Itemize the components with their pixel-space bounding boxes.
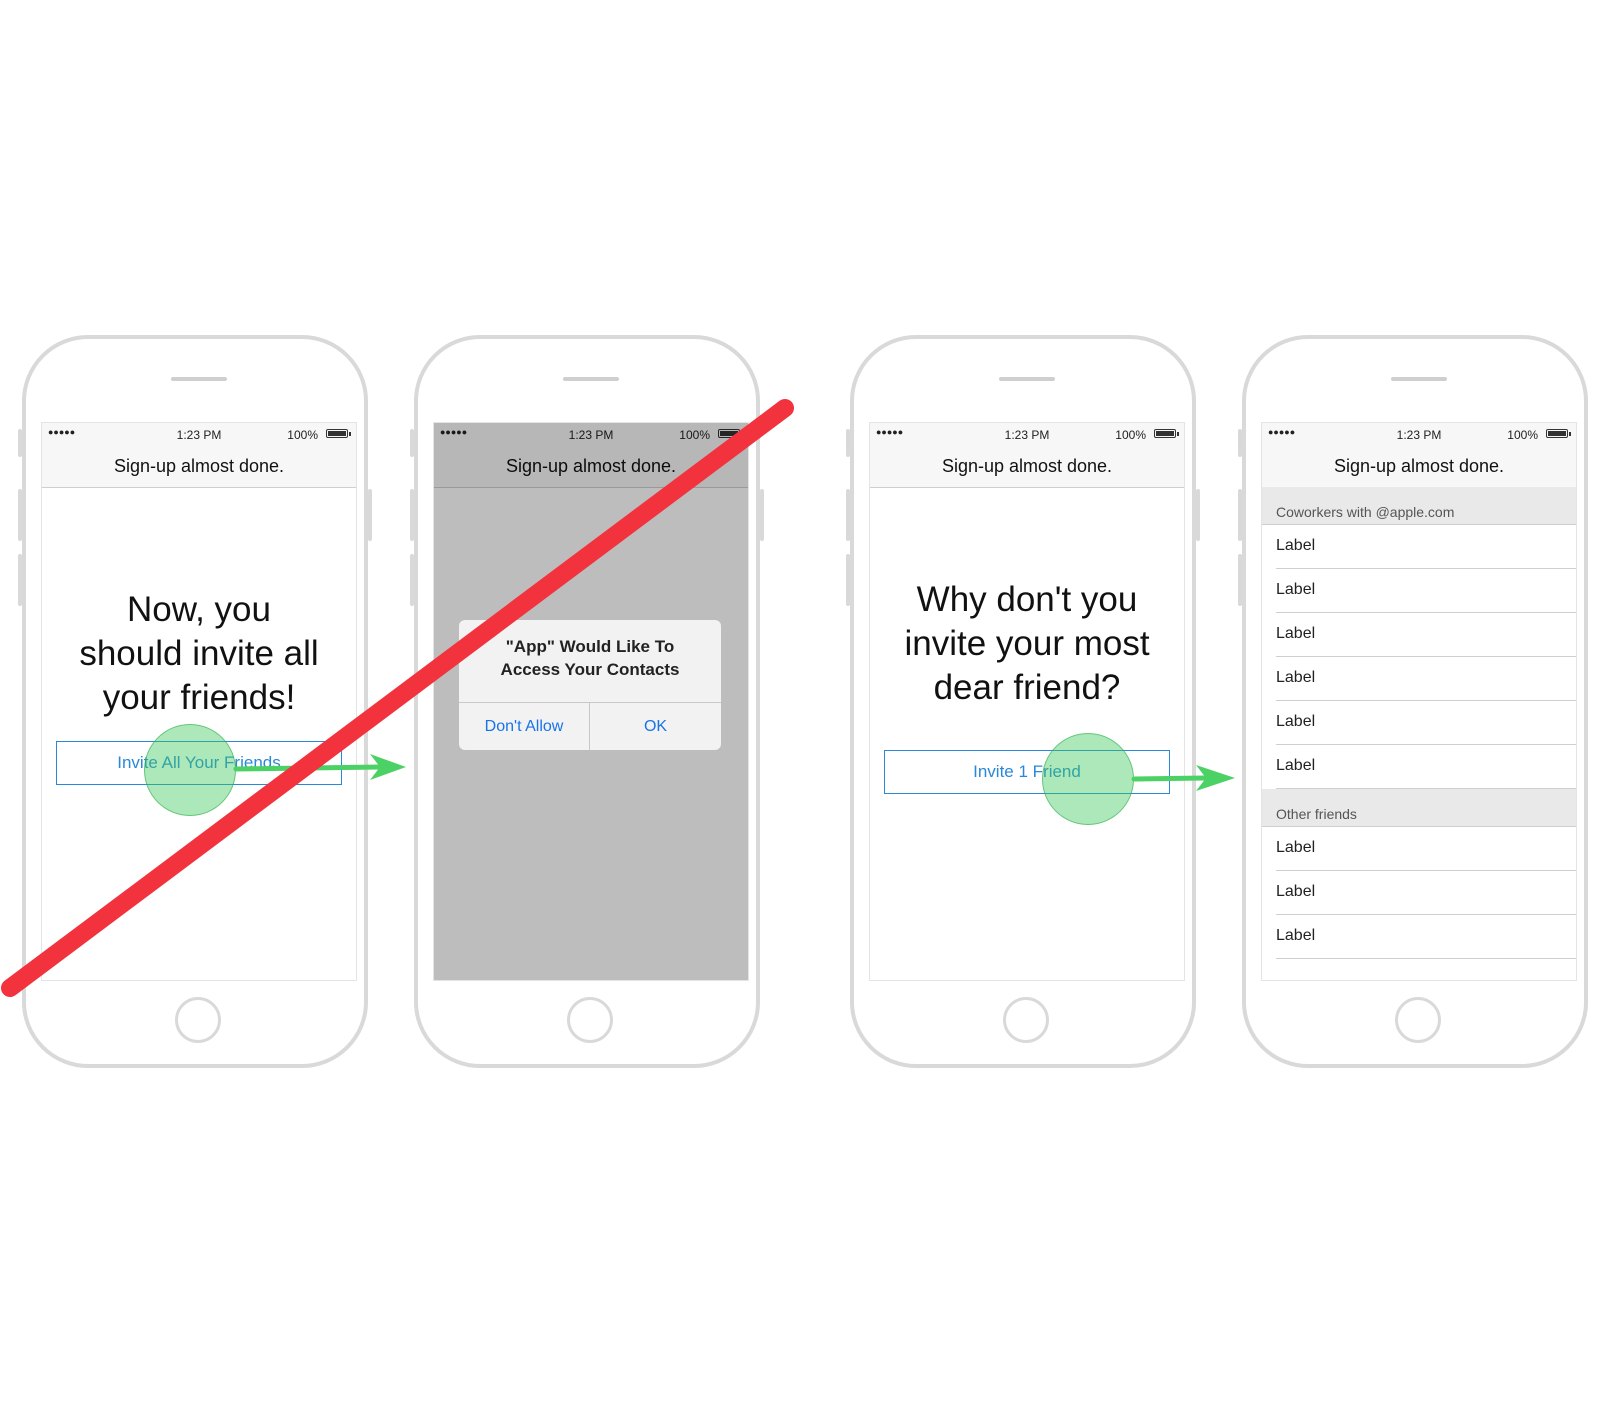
battery-percent: 100% <box>1115 428 1146 442</box>
contacts-permission-alert: "App" Would Like To Access Your Contacts… <box>459 620 721 750</box>
list-item[interactable]: Label <box>1262 525 1576 569</box>
list-item-label: Label <box>1276 537 1316 554</box>
speaker <box>171 377 227 381</box>
side-button <box>410 554 414 606</box>
speaker <box>1391 377 1447 381</box>
headline-line: Why don't you <box>916 580 1138 619</box>
side-button <box>18 554 22 606</box>
side-button <box>18 429 22 457</box>
side-button <box>410 489 414 541</box>
screen-invite-one: ●●●●● 1:23 PM 100% Sign-up almost done. … <box>869 422 1185 981</box>
list-item[interactable]: Label <box>1262 745 1576 789</box>
battery-icon <box>326 429 351 438</box>
side-button <box>1238 429 1242 457</box>
phone-1: ●●●●● 1:23 PM 100% Sign-up almost done. … <box>18 335 372 1068</box>
section-header-other-friends: Other friends <box>1262 789 1576 827</box>
list-item[interactable]: Label <box>1262 915 1576 959</box>
home-button <box>1395 997 1441 1043</box>
phone-4: ●●●●● 1:23 PM 100% Sign-up almost done. … <box>1238 335 1588 1068</box>
speaker <box>563 377 619 381</box>
home-button <box>1003 997 1049 1043</box>
side-button <box>1238 554 1242 606</box>
navigation-bar: ●●●●● 1:23 PM 100% Sign-up almost done. <box>1262 423 1576 488</box>
section-header-label: Coworkers with @apple.com <box>1276 504 1455 520</box>
list-item[interactable]: Label <box>1262 827 1576 871</box>
nav-title: Sign-up almost done. <box>941 456 1113 476</box>
status-bar: ●●●●● 1:23 PM 100% <box>1262 423 1576 445</box>
section-header-coworkers: Coworkers with @apple.com <box>1262 487 1576 525</box>
alert-buttons: Don't Allow OK <box>459 702 721 750</box>
list-item[interactable]: Label <box>1262 657 1576 701</box>
side-button <box>410 429 414 457</box>
status-bar: ●●●●● 1:23 PM 100% <box>870 423 1184 445</box>
navigation-bar: ●●●●● 1:23 PM 100% Sign-up almost done. <box>870 423 1184 488</box>
battery-percent: 100% <box>287 428 318 442</box>
phone-2: ●●●●● 1:23 PM 100% Sign-up almost done. … <box>410 335 764 1068</box>
headline-line: invite your most <box>904 624 1150 663</box>
ok-button[interactable]: OK <box>590 703 721 750</box>
section-header-label: Other friends <box>1276 806 1357 822</box>
nav-title: Sign-up almost done. <box>113 456 285 476</box>
side-button <box>368 489 372 541</box>
battery-percent: 100% <box>1507 428 1538 442</box>
headline-line: dear friend? <box>933 668 1121 707</box>
headline: Now, you should invite all your friends! <box>52 588 346 720</box>
list-item-label: Label <box>1276 713 1316 730</box>
list-item[interactable]: Label <box>1262 701 1576 745</box>
side-button <box>1196 489 1200 541</box>
list-item[interactable]: Label <box>1262 569 1576 613</box>
headline-line: Now, you <box>127 590 271 629</box>
list-item-label: Label <box>1276 669 1316 686</box>
headline: Why don't you invite your most dear frie… <box>880 578 1174 710</box>
battery-icon <box>1154 429 1179 438</box>
home-button <box>567 997 613 1043</box>
alert-title-line: "App" Would Like To <box>505 637 675 656</box>
tap-indicator <box>144 724 236 816</box>
list-item-label: Label <box>1276 839 1316 856</box>
screen-friend-list: ●●●●● 1:23 PM 100% Sign-up almost done. … <box>1261 422 1577 981</box>
side-button <box>1238 489 1242 541</box>
alert-title-line: Access Your Contacts <box>500 660 680 679</box>
screen-permission-alert: ●●●●● 1:23 PM 100% Sign-up almost done. … <box>433 422 749 981</box>
speaker <box>999 377 1055 381</box>
headline-line: should invite all <box>79 634 319 673</box>
list-item-label: Label <box>1276 581 1316 598</box>
list-item-label: Label <box>1276 927 1316 944</box>
list-item[interactable]: Label <box>1262 613 1576 657</box>
battery-icon <box>1546 429 1571 438</box>
screen-invite-all: ●●●●● 1:23 PM 100% Sign-up almost done. … <box>41 422 357 981</box>
home-button <box>175 997 221 1043</box>
list-item[interactable]: Label <box>1262 871 1576 915</box>
list-item-label: Label <box>1276 625 1316 642</box>
dont-allow-button[interactable]: Don't Allow <box>459 703 590 750</box>
navigation-bar: ●●●●● 1:23 PM 100% Sign-up almost done. <box>42 423 356 488</box>
headline-line: your friends! <box>102 678 296 717</box>
status-bar: ●●●●● 1:23 PM 100% <box>42 423 356 445</box>
list-item-label: Label <box>1276 883 1316 900</box>
side-button <box>846 554 850 606</box>
list-item-label: Label <box>1276 757 1316 774</box>
tap-indicator <box>1042 733 1134 825</box>
side-button <box>18 489 22 541</box>
side-button <box>760 489 764 541</box>
phone-3: ●●●●● 1:23 PM 100% Sign-up almost done. … <box>846 335 1200 1068</box>
side-button <box>846 489 850 541</box>
nav-title: Sign-up almost done. <box>1333 456 1505 476</box>
side-button <box>846 429 850 457</box>
alert-title: "App" Would Like To Access Your Contacts <box>467 635 713 681</box>
